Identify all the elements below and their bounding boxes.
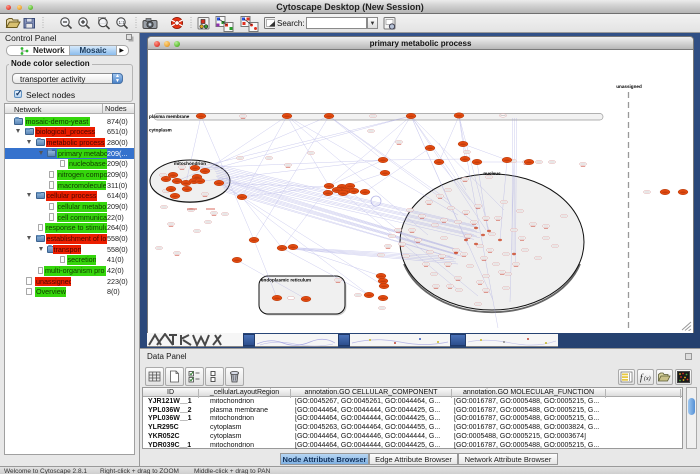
svg-text:(x): (x) [644, 375, 651, 382]
svg-text:unassigned: unassigned [616, 84, 642, 89]
svg-text:nucleus: nucleus [483, 171, 501, 176]
svg-text:1:1: 1:1 [119, 20, 126, 25]
svg-text:plasma membrane: plasma membrane [149, 114, 190, 119]
svg-text:cytoplasm: cytoplasm [149, 128, 172, 133]
svg-text:endoplasmic reticulum: endoplasmic reticulum [261, 278, 311, 283]
svg-text:mitochondrion: mitochondrion [174, 161, 206, 166]
